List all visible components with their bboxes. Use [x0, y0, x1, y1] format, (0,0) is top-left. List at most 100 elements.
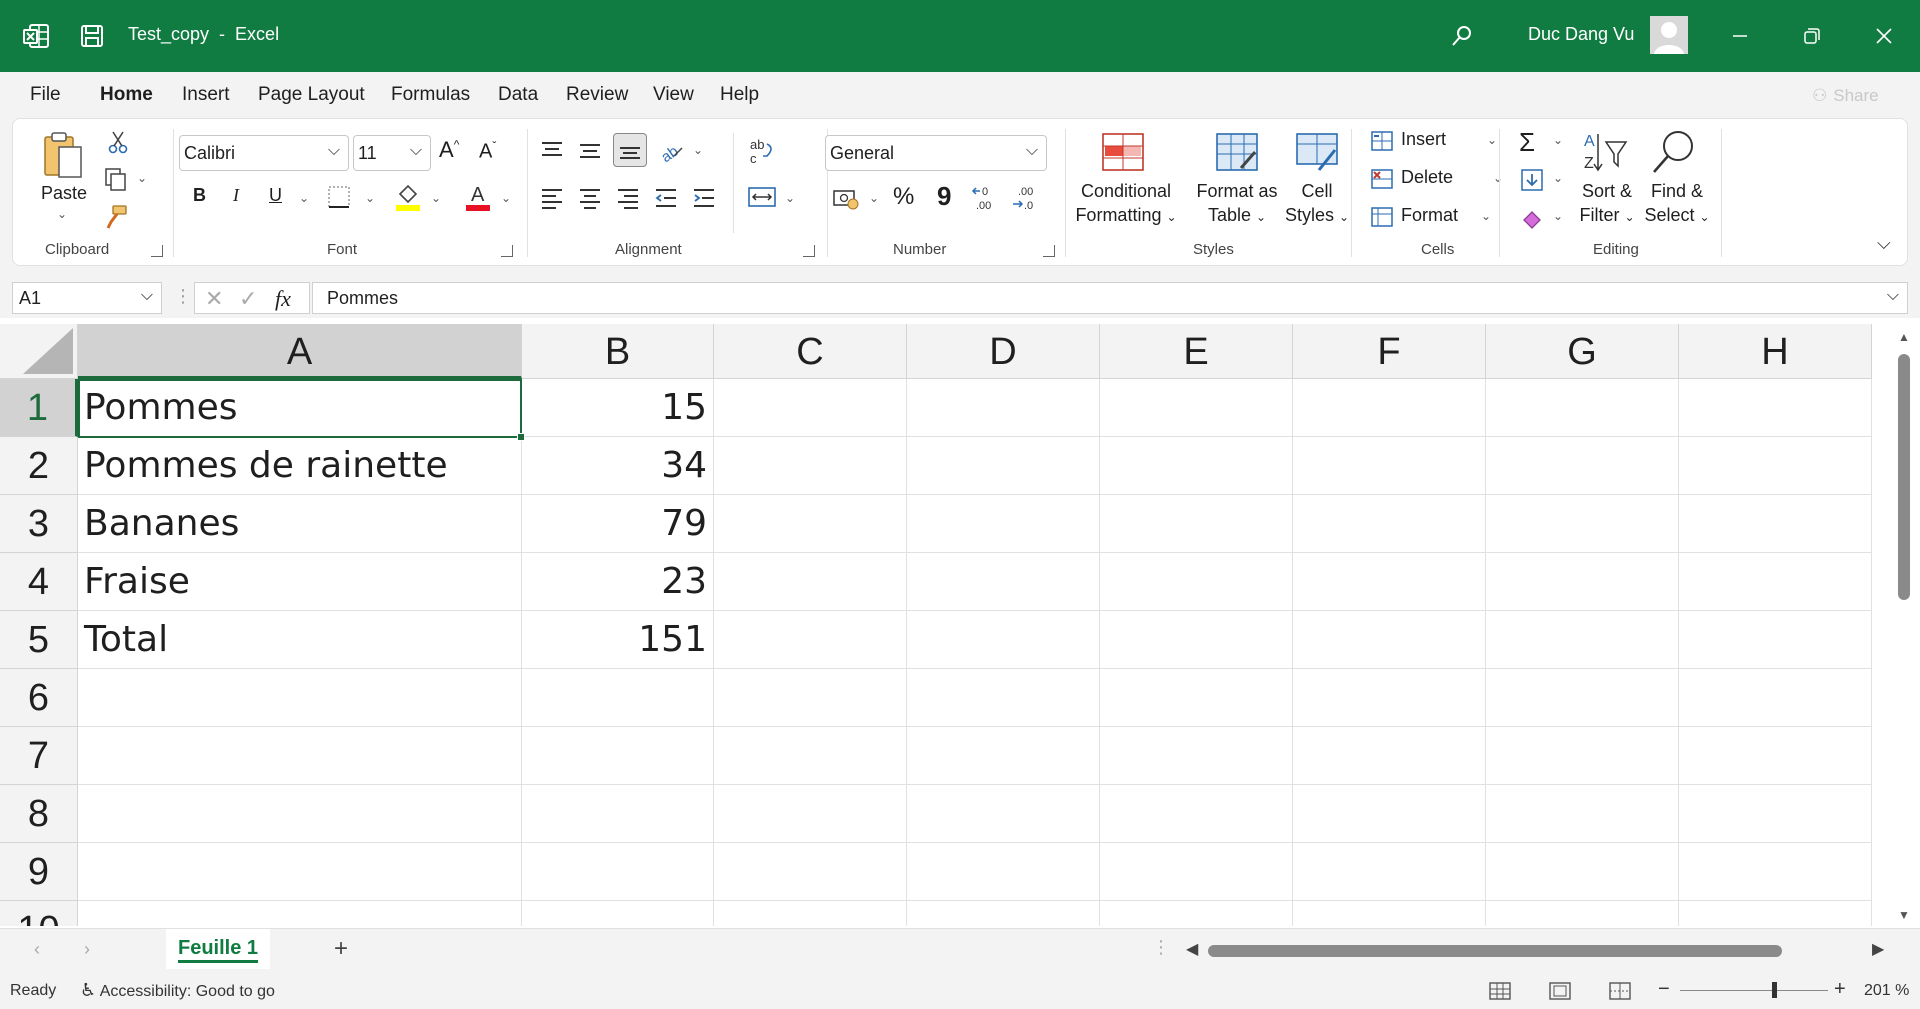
format-as-table-button[interactable]: Format as Table ⌄ — [1191, 179, 1283, 229]
normal-view-icon[interactable] — [1488, 980, 1512, 1002]
minimize-icon[interactable] — [1720, 18, 1760, 54]
number-launcher-icon[interactable] — [1043, 245, 1055, 257]
number-format-select[interactable]: General ⌵ — [825, 135, 1047, 171]
empty-cell[interactable] — [1100, 727, 1293, 785]
cancel-icon[interactable]: ✕ — [205, 286, 223, 312]
page-break-view-icon[interactable] — [1608, 980, 1632, 1002]
column-header-h[interactable]: H — [1679, 324, 1872, 379]
empty-cell[interactable] — [907, 611, 1100, 669]
empty-cell[interactable] — [907, 437, 1100, 495]
fill-color-dropdown-icon[interactable]: ⌄ — [431, 191, 441, 205]
font-color-dropdown-icon[interactable]: ⌄ — [501, 191, 511, 205]
empty-cell[interactable] — [78, 727, 522, 785]
autosum-dropdown-icon[interactable]: ⌄ — [1553, 133, 1563, 147]
empty-cell[interactable] — [1486, 437, 1679, 495]
tab-data[interactable]: Data — [498, 84, 538, 106]
decrease-indent-icon[interactable] — [651, 183, 681, 213]
cell-b5[interactable]: 151 — [522, 611, 714, 669]
delete-cells-icon[interactable] — [1369, 167, 1395, 191]
row-header-9[interactable]: 9 — [0, 843, 78, 901]
row-header-2[interactable]: 2 — [0, 437, 78, 495]
page-layout-view-icon[interactable] — [1548, 980, 1572, 1002]
prev-sheet-icon[interactable]: ‹ — [34, 939, 40, 960]
comma-style-button[interactable]: 9 — [937, 181, 951, 212]
font-size-select[interactable]: 11 ⌵ — [353, 135, 431, 171]
increase-decimal-icon[interactable]: 0.00 — [969, 181, 1003, 213]
empty-cell[interactable] — [1679, 669, 1872, 727]
empty-cell[interactable] — [1293, 785, 1486, 843]
copy-dropdown-icon[interactable]: ⌄ — [137, 171, 147, 185]
empty-cell[interactable] — [907, 553, 1100, 611]
cell-a5[interactable]: Total — [78, 611, 522, 669]
clipboard-launcher-icon[interactable] — [151, 245, 163, 257]
accounting-dropdown-icon[interactable]: ⌄ — [869, 191, 879, 205]
column-header-d[interactable]: D — [907, 324, 1100, 379]
tab-split-grip-icon[interactable]: ⋮ — [1152, 937, 1170, 958]
empty-cell[interactable] — [1486, 553, 1679, 611]
empty-cell[interactable] — [522, 727, 714, 785]
user-name[interactable]: Duc Dang Vu — [1528, 24, 1634, 45]
empty-cell[interactable] — [1100, 437, 1293, 495]
cell-b3[interactable]: 79 — [522, 495, 714, 553]
empty-cell[interactable] — [1486, 611, 1679, 669]
clear-dropdown-icon[interactable]: ⌄ — [1553, 209, 1563, 223]
font-color-icon[interactable]: A — [463, 179, 493, 213]
tab-review[interactable]: Review — [566, 84, 628, 106]
align-top-icon[interactable] — [537, 135, 567, 165]
column-header-c[interactable]: C — [714, 324, 907, 379]
empty-cell[interactable] — [1100, 379, 1293, 437]
cell-a4[interactable]: Fraise — [78, 553, 522, 611]
format-dropdown-icon[interactable]: ⌄ — [1481, 209, 1491, 223]
empty-cell[interactable] — [1679, 727, 1872, 785]
align-bottom-icon[interactable] — [613, 133, 647, 167]
empty-cell[interactable] — [1486, 727, 1679, 785]
conditional-formatting-button[interactable]: Conditional Formatting ⌄ — [1071, 179, 1181, 229]
accounting-format-icon[interactable] — [829, 183, 863, 213]
row-header-10[interactable]: 10 — [0, 901, 78, 926]
align-center-icon[interactable] — [575, 183, 605, 213]
find-select-button[interactable]: Find & Select ⌄ — [1643, 179, 1711, 229]
empty-cell[interactable] — [907, 727, 1100, 785]
copy-icon[interactable] — [101, 165, 131, 193]
underline-dropdown-icon[interactable]: ⌄ — [299, 191, 309, 205]
borders-icon[interactable] — [325, 183, 353, 211]
paste-dropdown-icon[interactable]: ⌄ — [57, 207, 67, 221]
empty-cell[interactable] — [714, 785, 907, 843]
empty-cell[interactable] — [1293, 495, 1486, 553]
restore-icon[interactable] — [1792, 18, 1832, 54]
empty-cell[interactable] — [1100, 611, 1293, 669]
empty-cell[interactable] — [714, 843, 907, 901]
empty-cell[interactable] — [907, 379, 1100, 437]
borders-dropdown-icon[interactable]: ⌄ — [365, 191, 375, 205]
column-header-g[interactable]: G — [1486, 324, 1679, 379]
merge-dropdown-icon[interactable]: ⌄ — [785, 191, 795, 205]
empty-cell[interactable] — [1679, 495, 1872, 553]
cut-icon[interactable] — [105, 129, 131, 155]
avatar[interactable] — [1650, 16, 1688, 54]
name-box[interactable]: A1 ⌵ — [12, 282, 162, 314]
empty-cell[interactable] — [522, 785, 714, 843]
collapse-ribbon-icon[interactable]: ⌵ — [1877, 233, 1891, 254]
font-launcher-icon[interactable] — [501, 245, 513, 257]
row-header-1[interactable]: 1 — [0, 379, 78, 437]
tab-view[interactable]: View — [653, 84, 694, 106]
empty-cell[interactable] — [907, 495, 1100, 553]
empty-cell[interactable] — [1293, 437, 1486, 495]
zoom-slider-thumb[interactable] — [1772, 982, 1777, 998]
empty-cell[interactable] — [1293, 901, 1486, 926]
formula-bar-grip-icon[interactable]: ⋮ — [174, 286, 192, 307]
vertical-scrollbar[interactable]: ▲ ▼ — [1890, 324, 1920, 926]
align-middle-icon[interactable] — [575, 135, 605, 165]
find-select-icon[interactable] — [1649, 127, 1699, 175]
empty-cell[interactable] — [1293, 843, 1486, 901]
empty-cell[interactable] — [1100, 553, 1293, 611]
empty-cell[interactable] — [1679, 785, 1872, 843]
wrap-text-icon[interactable]: ab c — [745, 135, 779, 167]
empty-cell[interactable] — [714, 437, 907, 495]
cell-a3[interactable]: Bananes — [78, 495, 522, 553]
decrease-decimal-icon[interactable]: .00.0 — [1009, 181, 1043, 213]
empty-cell[interactable] — [907, 785, 1100, 843]
search-icon[interactable] — [1446, 20, 1478, 52]
accessibility-checker[interactable]: ♿︎ Accessibility: Good to go — [80, 980, 275, 1001]
bold-button[interactable]: B — [193, 185, 206, 206]
